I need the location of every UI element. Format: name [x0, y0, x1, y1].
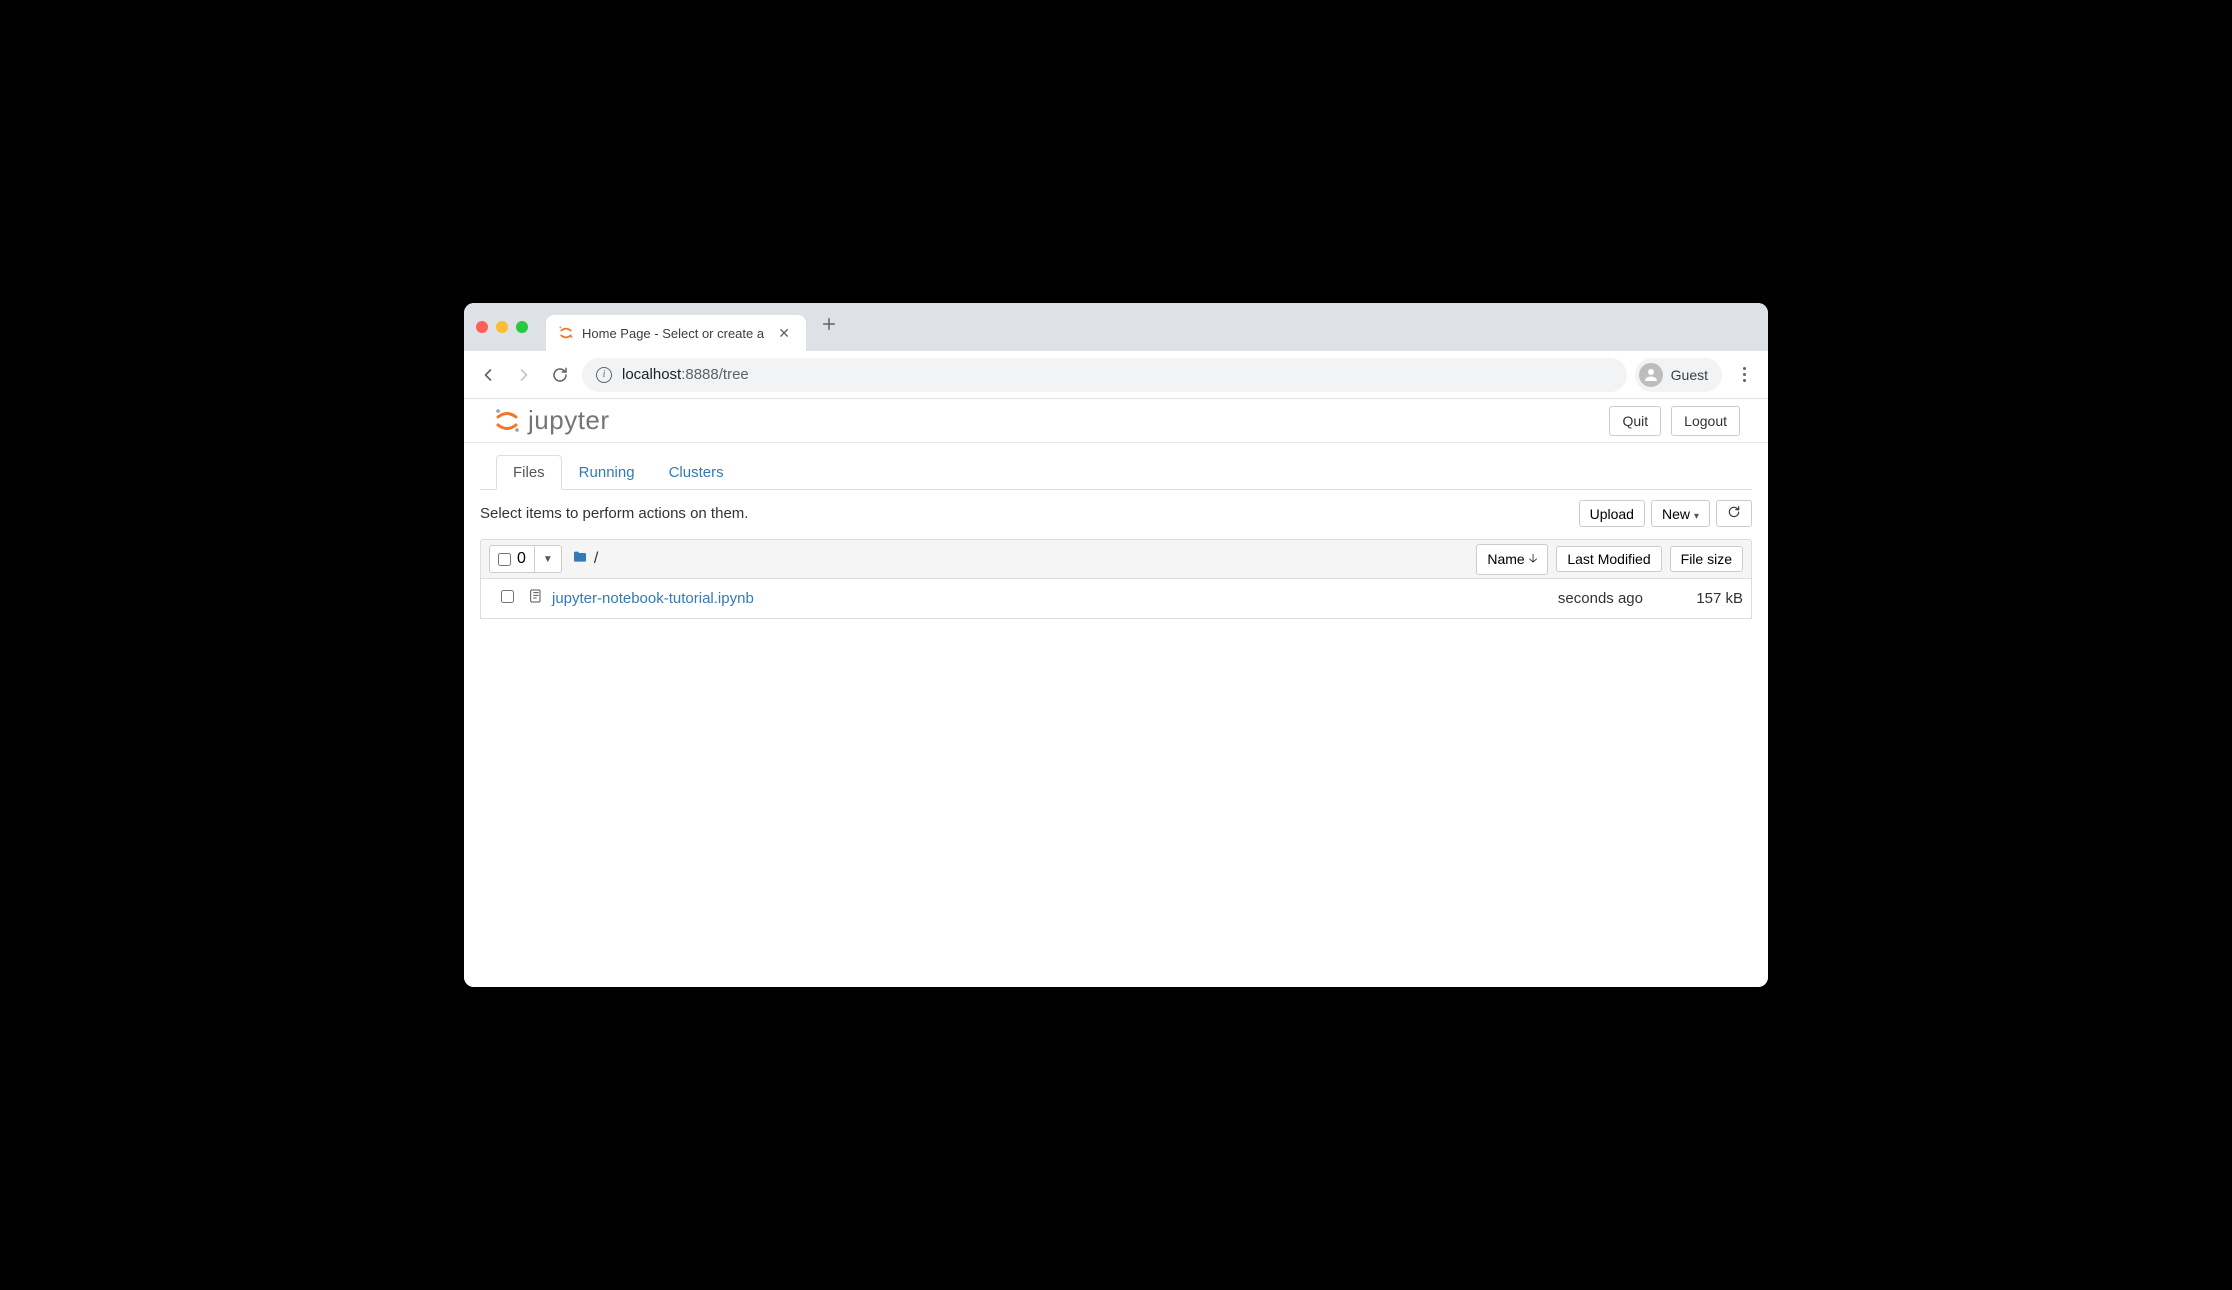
- browser-window: Home Page - Select or create a n ✕ i loc…: [464, 303, 1768, 987]
- address-bar[interactable]: i localhost:8888/tree: [582, 358, 1627, 392]
- avatar-icon: [1639, 363, 1663, 387]
- select-all-dropdown[interactable]: 0 ▼: [489, 545, 562, 573]
- close-window-button[interactable]: [476, 321, 488, 333]
- browser-tab[interactable]: Home Page - Select or create a n ✕: [546, 315, 806, 351]
- url-host: localhost: [622, 366, 681, 383]
- select-all-checkbox[interactable]: [498, 553, 511, 566]
- select-all-checkbox-area[interactable]: 0: [490, 546, 535, 572]
- browser-menu-button[interactable]: [1730, 367, 1758, 382]
- row-checkbox-wrap: [501, 590, 514, 608]
- reload-button[interactable]: [546, 361, 574, 389]
- notebook-icon: [528, 588, 544, 609]
- profile-chip[interactable]: Guest: [1635, 358, 1722, 392]
- tab-running[interactable]: Running: [562, 455, 652, 490]
- file-link[interactable]: jupyter-notebook-tutorial.ipynb: [552, 590, 754, 607]
- new-menu-button[interactable]: New: [1651, 500, 1710, 527]
- sort-name-button[interactable]: Name 🡣: [1476, 544, 1548, 575]
- tab-title: Home Page - Select or create a n: [582, 326, 766, 341]
- dashboard-tabs: Files Running Clusters: [480, 455, 1752, 490]
- sort-size-button[interactable]: File size: [1670, 546, 1743, 572]
- url-text: localhost:8888/tree: [622, 366, 749, 383]
- refresh-icon: [1727, 505, 1741, 519]
- tab-files[interactable]: Files: [496, 455, 562, 490]
- header-buttons: Quit Logout: [1609, 406, 1740, 436]
- tab-clusters[interactable]: Clusters: [652, 455, 741, 490]
- selection-hint: Select items to perform actions on them.: [480, 505, 748, 522]
- jupyter-logo-text: jupyter: [528, 405, 610, 436]
- url-path: :8888/tree: [681, 366, 749, 383]
- sort-down-icon: 🡣: [1529, 549, 1538, 570]
- col-name-label: Name: [1487, 551, 1524, 567]
- browser-toolbar: i localhost:8888/tree Guest: [464, 351, 1768, 399]
- logout-button[interactable]: Logout: [1671, 406, 1740, 436]
- window-controls: [476, 321, 528, 333]
- col-size-label: File size: [1681, 551, 1732, 567]
- new-tab-button[interactable]: [820, 315, 838, 339]
- jupyter-favicon: [558, 325, 574, 341]
- jupyter-body: Files Running Clusters Select items to p…: [464, 455, 1768, 619]
- tab-strip: Home Page - Select or create a n ✕: [464, 303, 1768, 351]
- folder-icon[interactable]: [572, 549, 588, 570]
- file-row: jupyter-notebook-tutorial.ipynb seconds …: [480, 579, 1752, 619]
- jupyter-logo-icon: [492, 406, 522, 436]
- caret-down-icon: [1690, 506, 1699, 522]
- action-buttons: Upload New: [1579, 500, 1752, 527]
- jupyter-header: jupyter Quit Logout: [464, 399, 1768, 443]
- file-modified: seconds ago: [1483, 590, 1643, 607]
- col-modified-label: Last Modified: [1567, 551, 1650, 567]
- profile-label: Guest: [1671, 367, 1708, 383]
- file-list-header: 0 ▼ / Name 🡣 Last Modified: [480, 539, 1752, 579]
- upload-button[interactable]: Upload: [1579, 500, 1645, 527]
- minimize-window-button[interactable]: [496, 321, 508, 333]
- refresh-button[interactable]: [1716, 500, 1752, 527]
- forward-button[interactable]: [510, 361, 538, 389]
- close-tab-button[interactable]: ✕: [774, 325, 794, 342]
- selected-count: 0: [517, 550, 526, 568]
- select-all-caret[interactable]: ▼: [535, 554, 561, 565]
- jupyter-logo[interactable]: jupyter: [492, 405, 610, 436]
- quit-button[interactable]: Quit: [1609, 406, 1661, 436]
- page-content: jupyter Quit Logout Files Running Cluste…: [464, 399, 1768, 987]
- maximize-window-button[interactable]: [516, 321, 528, 333]
- row-checkbox[interactable]: [501, 590, 514, 603]
- breadcrumb-root[interactable]: /: [594, 550, 598, 568]
- actions-row: Select items to perform actions on them.…: [480, 490, 1752, 539]
- back-button[interactable]: [474, 361, 502, 389]
- new-label: New: [1662, 506, 1690, 522]
- file-size: 157 kB: [1643, 590, 1743, 607]
- site-info-icon[interactable]: i: [596, 367, 612, 383]
- breadcrumb: /: [572, 549, 598, 570]
- sort-modified-button[interactable]: Last Modified: [1556, 546, 1661, 572]
